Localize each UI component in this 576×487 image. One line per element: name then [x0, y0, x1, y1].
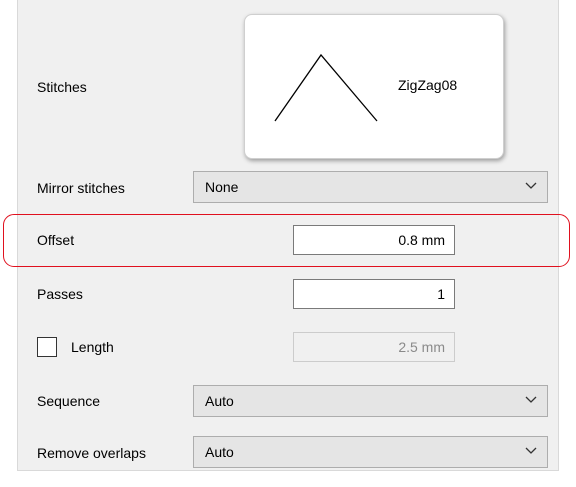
sequence-value: Auto [205, 393, 234, 409]
passes-input[interactable]: 1 [293, 279, 455, 309]
remove-overlaps-value: Auto [205, 444, 234, 460]
stitches-label: Stitches [37, 79, 87, 95]
length-input: 2.5 mm [293, 332, 455, 362]
chevron-down-icon [525, 182, 537, 189]
passes-label: Passes [37, 286, 83, 302]
offset-input[interactable]: 0.8 mm [293, 225, 455, 255]
offset-highlight [3, 214, 570, 267]
length-checkbox[interactable] [37, 337, 57, 357]
sequence-label: Sequence [37, 393, 101, 409]
remove-overlaps-label: Remove overlaps [37, 445, 146, 461]
remove-overlaps-dropdown[interactable]: Auto [193, 436, 548, 468]
offset-label: Offset [37, 232, 75, 248]
stitch-pattern-button[interactable]: ZigZag08 [244, 14, 504, 159]
chevron-down-icon [525, 396, 537, 403]
mirror-stitches-value: None [205, 179, 239, 195]
stitch-pattern-name: ZigZag08 [398, 77, 458, 93]
length-label: Length [71, 339, 114, 355]
mirror-stitches-label: Mirror stitches [37, 180, 125, 196]
sequence-dropdown[interactable]: Auto [193, 385, 548, 417]
mirror-stitches-dropdown[interactable]: None [193, 171, 548, 203]
chevron-down-icon [525, 447, 537, 454]
zigzag-peak-icon [274, 53, 378, 122]
